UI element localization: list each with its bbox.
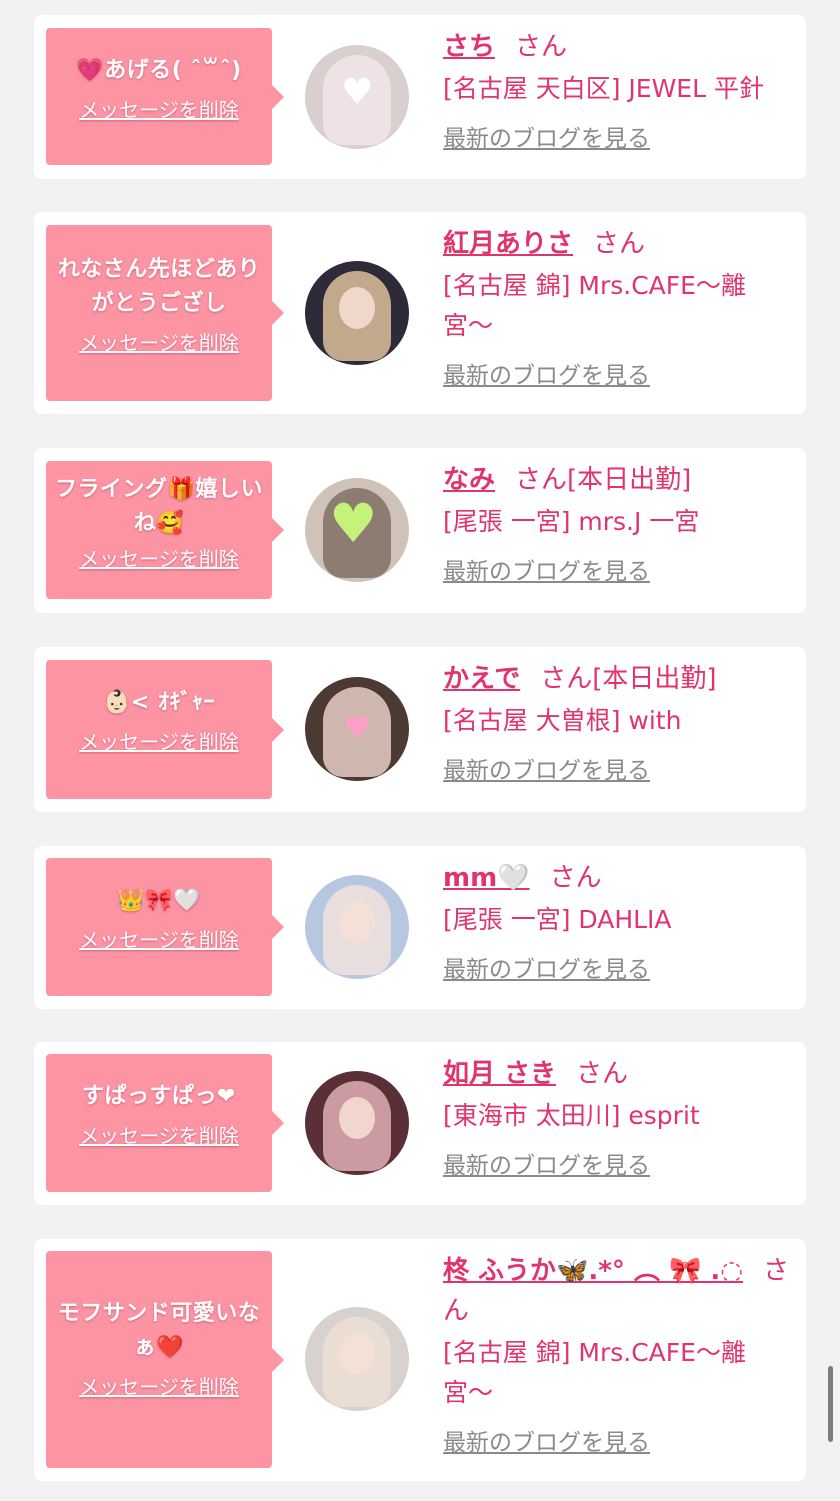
name-line: なみ さん[本日出勤] <box>443 460 790 500</box>
message-text: モフサンド可愛いなぁ❤️ <box>57 1301 261 1360</box>
profile-name-link[interactable]: 紅月ありさ <box>443 229 573 259</box>
delete-message-button[interactable]: メッセージを削除 <box>79 94 239 123</box>
avatar[interactable] <box>305 261 409 365</box>
shop-text: [東海市 太田川] esprit <box>443 1101 700 1130</box>
delete-message-button[interactable]: メッセージを削除 <box>79 1120 239 1149</box>
latest-blog-link[interactable]: 最新のブログを見る <box>443 751 650 785</box>
profile-info: さち さん [名古屋 天白区] JEWEL 平針 最新のブログを見る <box>443 27 790 153</box>
message-bubble: すぱっすぱっ❤ メッセージを削除 <box>46 1054 284 1192</box>
message-card: 💗あげる( ˆ꒳ˆ) メッセージを削除 ♥ さち さん [名古屋 天白区] JEW… <box>34 15 806 179</box>
scrollbar[interactable] <box>828 1366 833 1442</box>
heart-sticker-icon: ♥ <box>341 72 374 113</box>
honorific: さん <box>515 465 568 495</box>
status-text: [本日出勤] <box>592 664 717 694</box>
profile-info: 柊 ふうか🦋.*° ︵ 🎀 .◌ さん [名古屋 錦] Mrs.CAFE〜離宮〜 … <box>443 1251 790 1457</box>
avatar[interactable]: ♥ <box>305 45 409 149</box>
message-card: 👑🎀🤍 メッセージを削除 mm🤍 さん [尾張 一宮] DAHLIA 最新のブログ… <box>34 846 806 1009</box>
name-line: 紅月ありさ さん <box>443 224 790 264</box>
message-text: フライング🎁嬉しいね🥰 <box>55 477 263 536</box>
profile-info: かえで さん[本日出勤] [名古屋 大曽根] with 最新のブログを見る <box>443 659 790 785</box>
profile-info: なみ さん[本日出勤] [尾張 一宮] mrs.J 一宮 最新のブログを見る <box>443 460 790 586</box>
honorific: さん <box>540 664 593 694</box>
profile-info: 紅月ありさ さん [名古屋 錦] Mrs.CAFE〜離宮〜 最新のブログを見る <box>443 224 790 390</box>
message-bubble: フライング🎁嬉しいね🥰 メッセージを削除 <box>46 461 284 599</box>
profile-name-link[interactable]: mm🤍 <box>443 863 530 893</box>
message-card: れなさん先ほどありがとうござし メッセージを削除 紅月ありさ さん [名古屋 錦]… <box>34 212 806 414</box>
message-list: 💗あげる( ˆ꒳ˆ) メッセージを削除 ♥ さち さん [名古屋 天白区] JEW… <box>0 0 840 1501</box>
avatar[interactable] <box>305 1071 409 1175</box>
shop-text: [名古屋 天白区] JEWEL 平針 <box>443 74 764 103</box>
profile-info: 如月 さき さん [東海市 太田川] esprit 最新のブログを見る <box>443 1054 790 1180</box>
name-line: さち さん <box>443 27 790 67</box>
delete-message-button[interactable]: メッセージを削除 <box>79 726 239 755</box>
message-bubble: 👑🎀🤍 メッセージを削除 <box>46 858 284 996</box>
message-bubble: 👶🏻< ｵｷﾞｬｰ メッセージを削除 <box>46 660 284 799</box>
message-text: れなさん先ほどありがとうござし <box>57 257 261 316</box>
honorific: さん <box>515 32 568 62</box>
avatar[interactable] <box>305 875 409 979</box>
name-line: 如月 さき さん <box>443 1054 790 1094</box>
honorific: さん <box>593 229 646 259</box>
profile-name-link[interactable]: 柊 ふうか🦋.*° ︵ 🎀 .◌ <box>443 1256 743 1286</box>
honorific: さん <box>576 1059 629 1089</box>
message-card: すぱっすぱっ❤ メッセージを削除 如月 さき さん [東海市 太田川] espri… <box>34 1042 806 1205</box>
latest-blog-link[interactable]: 最新のブログを見る <box>443 119 650 153</box>
shop-text: [名古屋 大曽根] with <box>443 706 682 735</box>
message-bubble: モフサンド可愛いなぁ❤️ メッセージを削除 <box>46 1251 284 1468</box>
message-card: 👶🏻< ｵｷﾞｬｰ メッセージを削除 ♥ かえで さん[本日出勤] [名古屋 大曽… <box>34 647 806 812</box>
name-line: mm🤍 さん <box>443 858 790 898</box>
name-line: かえで さん[本日出勤] <box>443 659 790 699</box>
delete-message-button[interactable]: メッセージを削除 <box>79 924 239 953</box>
delete-message-button[interactable]: メッセージを削除 <box>79 543 239 572</box>
latest-blog-link[interactable]: 最新のブログを見る <box>443 950 650 984</box>
shop-text: [名古屋 錦] Mrs.CAFE〜離宮〜 <box>443 1338 746 1407</box>
message-bubble: れなさん先ほどありがとうござし メッセージを削除 <box>46 225 284 401</box>
avatar-face <box>339 901 375 943</box>
profile-name-link[interactable]: 如月 さき <box>443 1059 556 1089</box>
profile-name-link[interactable]: さち <box>443 32 495 62</box>
profile-name-link[interactable]: なみ <box>443 465 495 495</box>
avatar[interactable] <box>305 1307 409 1411</box>
avatar-face <box>339 1333 375 1375</box>
latest-blog-link[interactable]: 最新のブログを見る <box>443 1423 650 1457</box>
avatar[interactable]: ♥ <box>305 478 409 582</box>
message-card: フライング🎁嬉しいね🥰 メッセージを削除 ♥ なみ さん[本日出勤] [尾張 一宮… <box>34 448 806 613</box>
delete-message-button[interactable]: メッセージを削除 <box>79 1371 239 1400</box>
shop-text: [尾張 一宮] DAHLIA <box>443 905 672 934</box>
latest-blog-link[interactable]: 最新のブログを見る <box>443 356 650 390</box>
message-card: モフサンド可愛いなぁ❤️ メッセージを削除 柊 ふうか🦋.*° ︵ 🎀 .◌ さん… <box>34 1239 806 1481</box>
message-bubble: 💗あげる( ˆ꒳ˆ) メッセージを削除 <box>46 28 284 165</box>
pink-heart-sticker-icon: ♥ <box>344 711 371 746</box>
message-text: すぱっすぱっ❤ <box>82 1084 236 1109</box>
shop-text: [名古屋 錦] Mrs.CAFE〜離宮〜 <box>443 271 746 340</box>
profile-name-link[interactable]: かえで <box>443 664 520 694</box>
avatar-face <box>339 287 375 329</box>
honorific: さん <box>549 863 602 893</box>
name-line: 柊 ふうか🦋.*° ︵ 🎀 .◌ さん <box>443 1251 790 1331</box>
latest-blog-link[interactable]: 最新のブログを見る <box>443 552 650 586</box>
message-text: 👶🏻< ｵｷﾞｬｰ <box>103 690 215 715</box>
green-heart-sticker-icon: ♥ <box>329 492 378 555</box>
shop-text: [尾張 一宮] mrs.J 一宮 <box>443 507 700 536</box>
message-text: 👑🎀🤍 <box>117 888 201 913</box>
profile-info: mm🤍 さん [尾張 一宮] DAHLIA 最新のブログを見る <box>443 858 790 984</box>
avatar[interactable]: ♥ <box>305 677 409 781</box>
delete-message-button[interactable]: メッセージを削除 <box>79 327 239 356</box>
latest-blog-link[interactable]: 最新のブログを見る <box>443 1146 650 1180</box>
status-text: [本日出勤] <box>567 465 692 495</box>
avatar-face <box>339 1097 375 1139</box>
message-text: 💗あげる( ˆ꒳ˆ) <box>76 58 242 83</box>
